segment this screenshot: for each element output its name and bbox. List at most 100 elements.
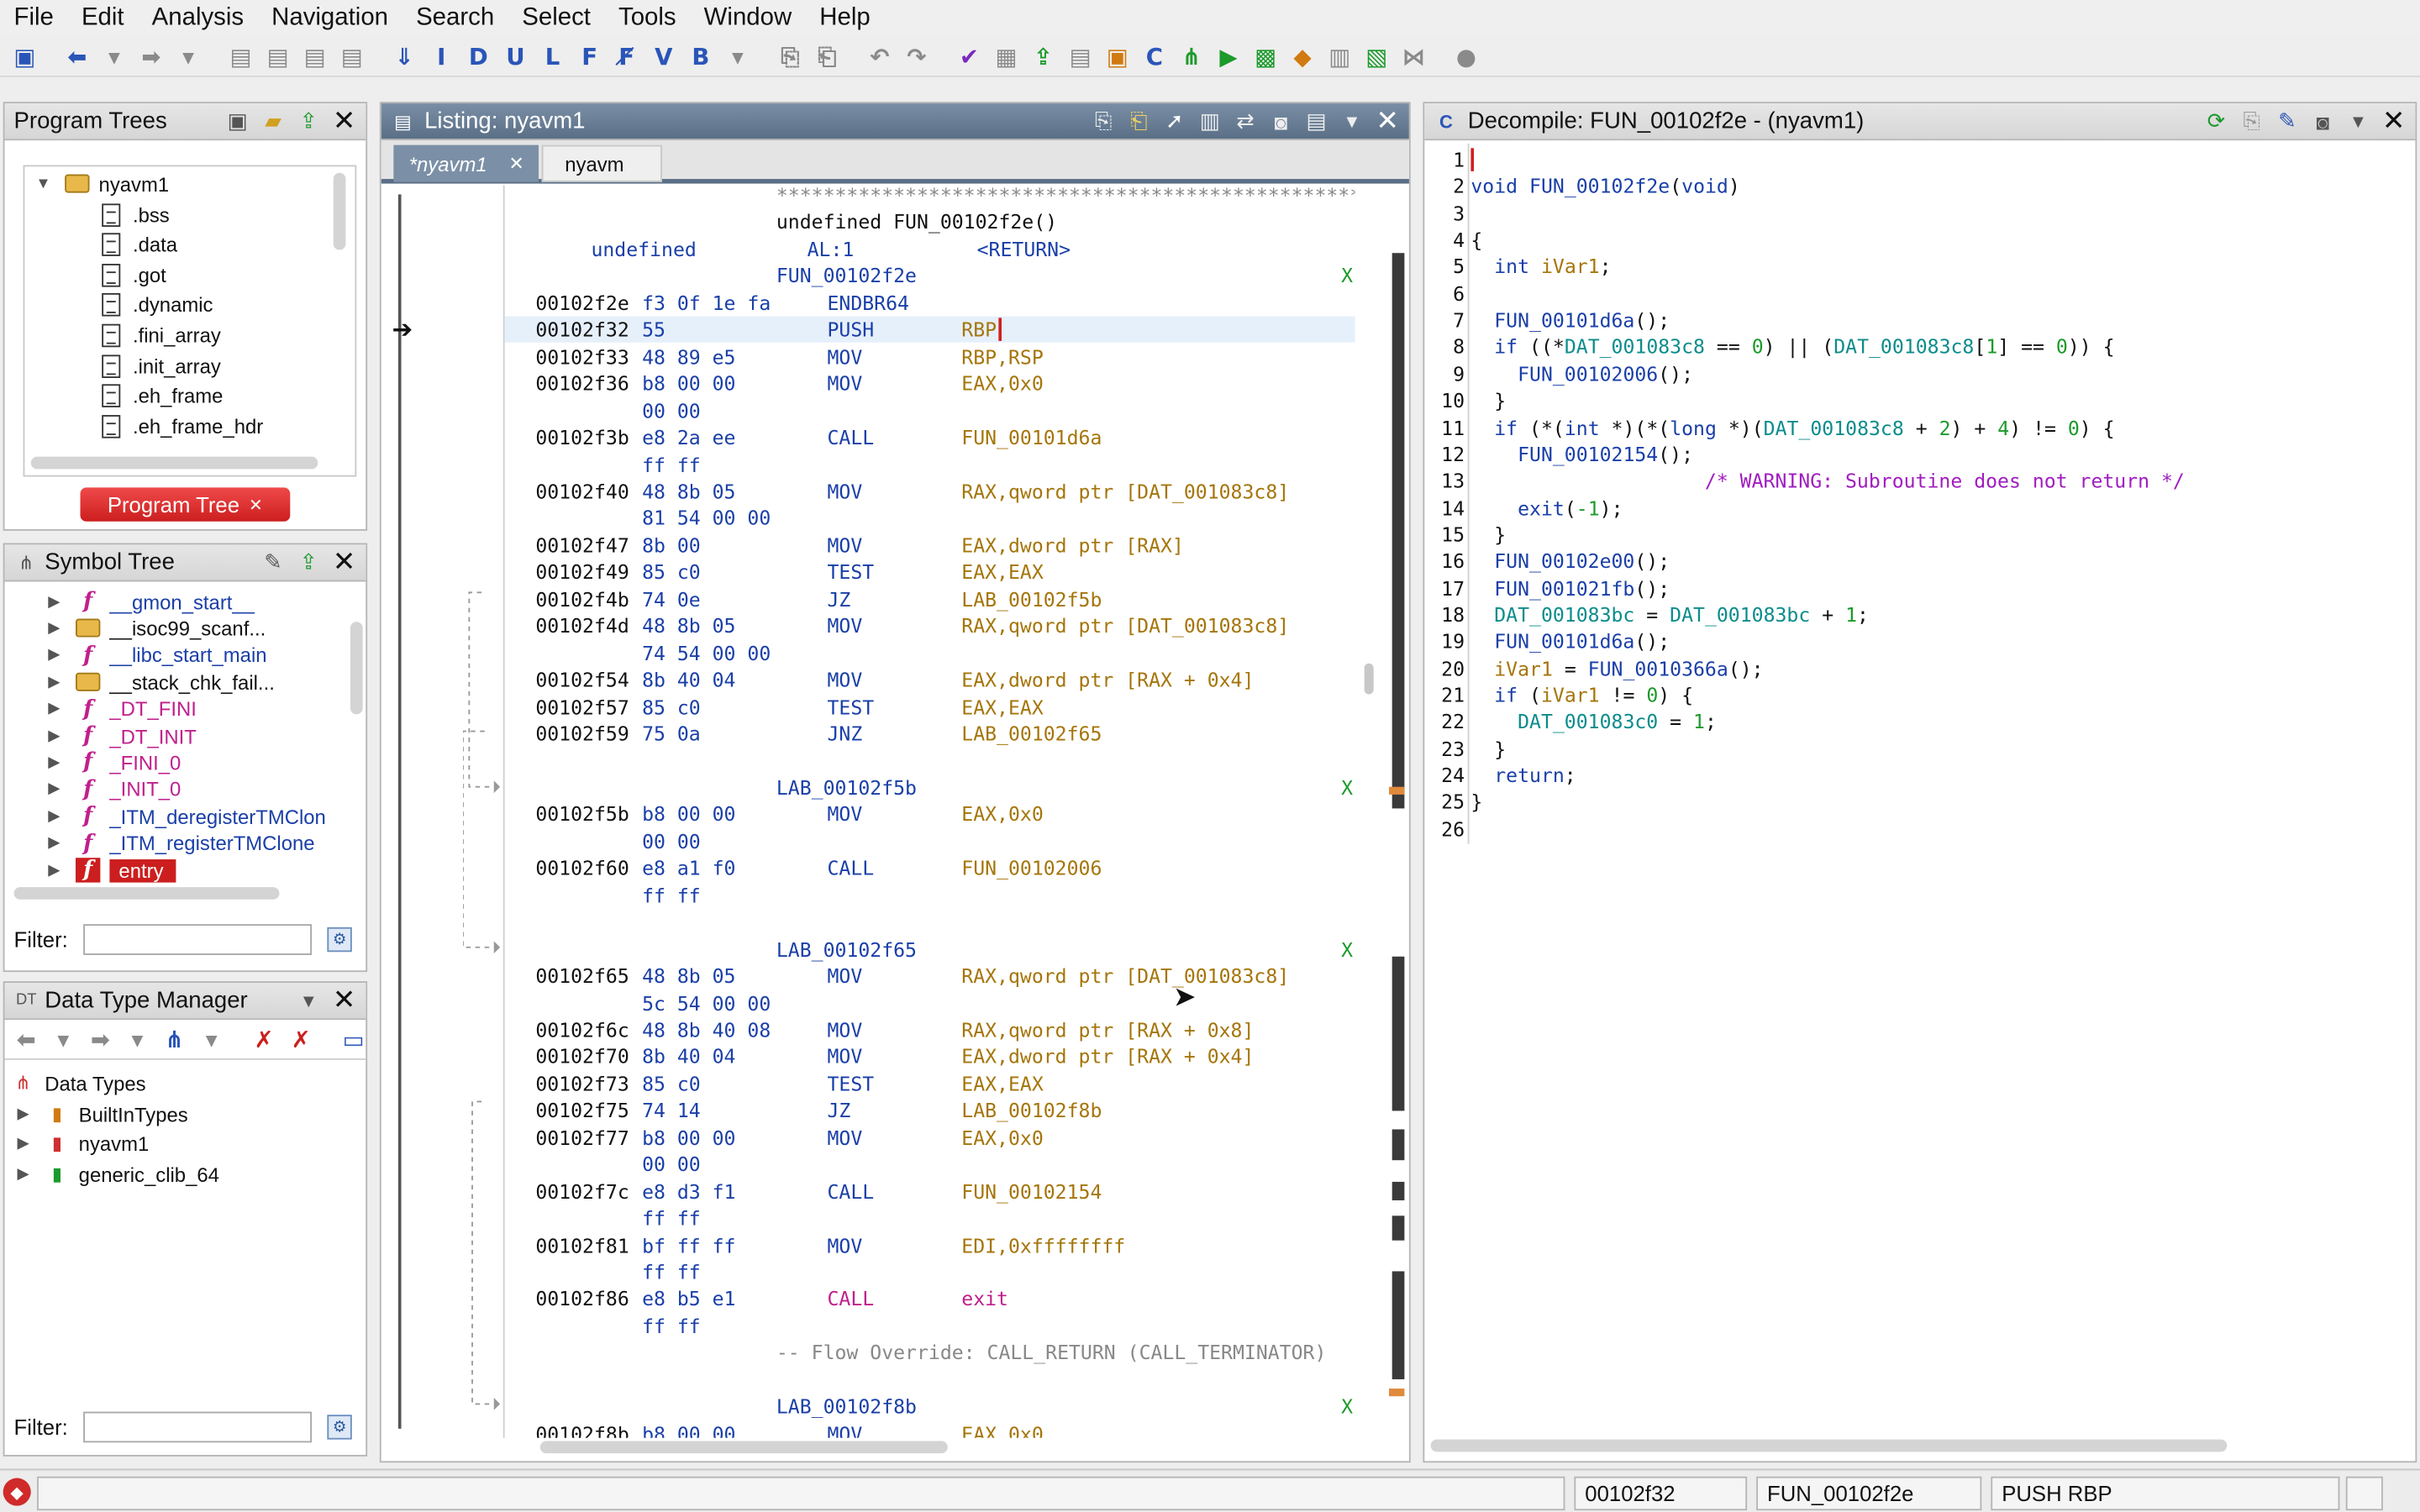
decompiled-line[interactable]: /* WARNING: Subroutine does not return *… — [1470, 468, 2185, 494]
instruction-bytes-continued[interactable]: ff ff — [642, 1259, 701, 1285]
instruction-operands[interactable]: LAB_00102f65 — [961, 721, 1102, 747]
instruction-address[interactable]: 00102f57 — [535, 694, 629, 720]
tree-item[interactable]: .dynamic — [99, 290, 213, 318]
horizontal-scrollbar[interactable] — [13, 887, 280, 900]
filter-pointers-icon[interactable]: ✗ — [286, 1024, 317, 1055]
panel-menu-icon[interactable]: ▾ — [293, 985, 324, 1016]
instruction-operands[interactable]: EAX,EAX — [961, 559, 1043, 585]
decompiler-icon[interactable]: C — [1139, 41, 1170, 72]
instruction-mnemonic[interactable]: TEST — [827, 694, 874, 720]
instruction-operands[interactable]: EAX,dword ptr [RAX] — [961, 532, 1184, 558]
symbol-tree-item[interactable]: ▶ f _INIT_0 — [45, 775, 181, 803]
save-icon[interactable]: ▣ — [9, 41, 40, 72]
decompiled-line[interactable]: int iVar1; — [1470, 254, 1611, 280]
decompile-horizontal-scrollbar[interactable] — [1430, 1439, 2228, 1452]
paste-icon[interactable]: ⎗ — [812, 41, 843, 72]
tab-nyavm[interactable]: nyavm — [541, 144, 662, 182]
instruction-operands[interactable]: EAX,0x0 — [961, 801, 1043, 827]
instruction-address[interactable]: 00102f54 — [535, 667, 629, 693]
instruction-mnemonic[interactable]: CALL — [827, 855, 874, 881]
instruction-bytes-continued[interactable]: 00 00 — [642, 397, 701, 423]
instruction-bytes[interactable]: bf ff ff — [642, 1232, 735, 1258]
menu-window[interactable]: Window — [690, 0, 806, 37]
decompiled-line[interactable]: FUN_00102e00(); — [1470, 548, 1670, 574]
code-label[interactable]: FUN_00102f2e — [776, 263, 917, 289]
forward-icon[interactable]: ➡ — [136, 41, 167, 72]
decompiled-line[interactable]: DAT_001083bc = DAT_001083bc + 1; — [1470, 601, 1869, 627]
instruction-address[interactable]: 00102f40 — [535, 478, 629, 504]
instruction-address[interactable]: 00102f73 — [535, 1070, 629, 1096]
expand-icon[interactable]: ▶ — [45, 862, 63, 879]
instruction-mnemonic[interactable]: ENDBR64 — [827, 290, 908, 316]
expand-icon[interactable]: ▶ — [14, 1105, 33, 1122]
instruction-bytes-continued[interactable]: 5c 54 00 00 — [642, 990, 771, 1016]
symbol-tree-item[interactable]: ▶ f entry — [45, 856, 176, 884]
instruction-bytes[interactable]: 85 c0 — [642, 1070, 701, 1096]
instruction-bytes[interactable]: 75 0a — [642, 721, 701, 747]
decompiled-line[interactable]: } — [1470, 522, 1506, 548]
instruction-mnemonic[interactable]: MOV — [827, 963, 862, 989]
symbol-tree-item[interactable]: ▶ f _DT_INIT — [45, 722, 197, 750]
close-icon[interactable]: ✕ — [329, 546, 360, 578]
xref-marker[interactable]: X — [1341, 263, 1353, 289]
xref-marker[interactable]: X — [1341, 1394, 1353, 1420]
instruction-mnemonic[interactable]: CALL — [827, 424, 874, 450]
nav-function-icon[interactable]: ▤ — [336, 41, 367, 72]
instruction-mnemonic[interactable]: JNZ — [827, 721, 862, 747]
collapse-icon[interactable]: ▼ — [34, 175, 52, 192]
instruction-mnemonic[interactable]: MOV — [827, 1124, 862, 1150]
instruction-operands[interactable]: LAB_00102f8b — [961, 1097, 1102, 1123]
instruction-address[interactable]: 00102f86 — [535, 1286, 629, 1312]
instruction-bytes[interactable]: 48 8b 05 — [642, 478, 735, 504]
forward-icon[interactable]: ➡ — [85, 1024, 116, 1055]
instruction-address[interactable]: 00102f65 — [535, 963, 629, 989]
back-menu-icon[interactable]: ▾ — [99, 41, 130, 72]
tree-item[interactable]: .eh_frame — [99, 381, 223, 409]
back-icon[interactable]: ⬅ — [11, 1024, 42, 1055]
checksum-icon[interactable]: ▧ — [1361, 41, 1392, 72]
instruction-operands[interactable]: LAB_00102f5b — [961, 585, 1102, 612]
listing-horizontal-scrollbar[interactable] — [539, 1441, 948, 1454]
archive-menu-icon[interactable]: ▾ — [196, 1024, 227, 1055]
instruction-mnemonic[interactable]: JZ — [827, 585, 850, 612]
symbol-export-icon[interactable]: ⇪ — [293, 547, 324, 578]
decompiled-line[interactable]: if (iVar1 != 0) { — [1470, 682, 1693, 708]
instruction-mnemonic[interactable]: MOV — [827, 613, 862, 639]
instruction-mnemonic[interactable]: MOV — [827, 478, 862, 504]
function-signature[interactable]: undefined FUN_00102f2e() — [776, 209, 1057, 235]
filter-options-icon[interactable]: ⚙ — [327, 927, 352, 953]
symbol-filter-input[interactable] — [83, 924, 313, 955]
expand-icon[interactable]: ▶ — [45, 701, 63, 717]
new-tree-icon[interactable]: ▣ — [222, 106, 253, 137]
menu-tools[interactable]: Tools — [604, 0, 690, 37]
filter-arrays-icon[interactable]: ✗ — [249, 1024, 280, 1055]
instruction-bytes[interactable]: 48 8b 05 — [642, 613, 735, 639]
filter-options-icon[interactable]: ⚙ — [327, 1415, 352, 1440]
field-edit-icon[interactable]: ▥ — [1195, 106, 1226, 137]
open-tree-icon[interactable]: ▰ — [258, 106, 289, 137]
back-icon[interactable]: ⬅ — [61, 41, 92, 72]
forward-menu-icon[interactable]: ▾ — [173, 41, 204, 72]
redo-icon[interactable]: ↷ — [902, 41, 933, 72]
instruction-operands[interactable]: EAX,0x0 — [961, 1420, 1043, 1438]
instruction-operands[interactable]: RAX,qword ptr [DAT_001083c8] — [961, 478, 1289, 504]
instruction-operands[interactable]: EAX,dword ptr [RAX + 0x4] — [961, 667, 1254, 693]
plugin-icon[interactable]: ● — [1450, 41, 1481, 72]
instruction-bytes-continued[interactable]: 00 00 — [642, 828, 701, 854]
data-type-archive[interactable]: ▶ ▮ BuiltInTypes — [14, 1100, 187, 1128]
tree-item[interactable]: .init_array — [99, 352, 221, 380]
instruction-bytes[interactable]: e8 a1 f0 — [642, 855, 735, 881]
data-types-root[interactable]: ⋔ Data Types — [11, 1069, 145, 1097]
script-manager-icon[interactable]: ▩ — [1250, 41, 1281, 72]
xref-marker[interactable]: X — [1341, 936, 1353, 962]
listing-scroll-thumb[interactable] — [1364, 663, 1374, 695]
menu-select[interactable]: Select — [508, 0, 605, 37]
instruction-bytes[interactable]: 8b 00 — [642, 532, 701, 558]
undo-icon[interactable]: ↶ — [865, 41, 896, 72]
instruction-bytes[interactable]: 48 8b 05 — [642, 963, 735, 989]
instruction-operands[interactable]: EAX,0x0 — [961, 1124, 1043, 1150]
next-instruction-icon[interactable]: I — [426, 41, 457, 72]
instruction-address[interactable]: 00102f7c — [535, 1179, 629, 1205]
instruction-operands[interactable]: exit — [961, 1286, 1008, 1312]
instruction-operands[interactable]: EAX,EAX — [961, 1070, 1043, 1096]
